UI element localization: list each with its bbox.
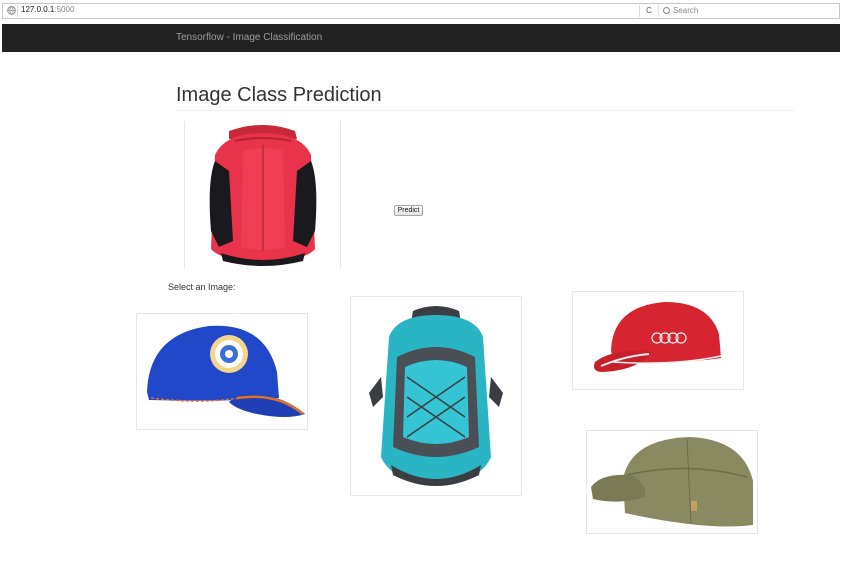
page-title: Image Class Prediction: [176, 84, 382, 106]
preview-image-red-backpack: [184, 121, 341, 268]
gallery-image-red-audi-cap[interactable]: [572, 291, 744, 390]
blue-cap-graphic: [147, 325, 305, 417]
address-separator: [17, 5, 18, 17]
url-port: :5000: [54, 5, 75, 14]
title-divider: [176, 110, 794, 111]
browser-search-field[interactable]: Search: [659, 5, 839, 17]
gallery-image-teal-backpack[interactable]: [350, 296, 522, 496]
olive-cap-graphic: [591, 437, 753, 527]
url-text[interactable]: 127.0.0.1:5000: [21, 5, 74, 14]
gallery-image-olive-cap[interactable]: [586, 430, 758, 534]
globe-icon: [7, 6, 16, 15]
navbar: Tensorflow - Image Classification: [2, 24, 840, 52]
red-audi-cap-graphic: [594, 302, 722, 372]
browser-address-bar[interactable]: 127.0.0.1:5000 C Search: [2, 3, 840, 19]
search-placeholder: Search: [673, 6, 699, 15]
navbar-brand[interactable]: Tensorflow - Image Classification: [176, 32, 322, 43]
red-backpack-graphic: [209, 125, 317, 266]
search-icon: [663, 7, 670, 14]
url-host: 127.0.0.1: [21, 5, 55, 14]
reload-button[interactable]: C: [639, 5, 659, 17]
predict-button[interactable]: Predict: [394, 205, 423, 216]
gallery-image-blue-cap[interactable]: [136, 313, 308, 430]
teal-backpack-graphic: [369, 306, 503, 486]
select-image-label: Select an Image:: [168, 282, 236, 292]
